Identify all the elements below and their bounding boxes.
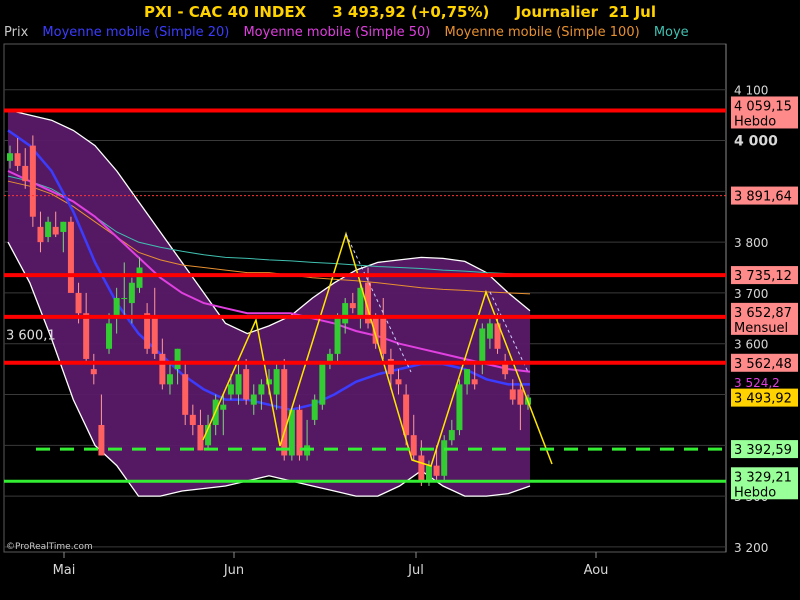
candle-body <box>395 379 402 385</box>
candle-body <box>425 465 432 481</box>
candle-body <box>418 455 425 481</box>
y-tick-label: 4 100 <box>734 84 768 98</box>
candle-body <box>52 226 59 235</box>
candle-body <box>502 364 509 375</box>
candle-body <box>98 425 105 456</box>
support-label: 3 329,21 <box>734 470 792 485</box>
candle-body <box>509 389 516 400</box>
price-chart[interactable]: 4 1004 0003 9003 8003 7003 6003 5003 400… <box>0 0 800 600</box>
candle-body <box>235 374 242 395</box>
candle-body <box>227 384 234 395</box>
candle-body <box>342 303 349 324</box>
candle-body <box>220 404 227 410</box>
resistance-label: 3 652,87 <box>734 306 792 321</box>
candle-body <box>258 384 265 395</box>
x-tick-label: Jul <box>407 563 424 578</box>
resistance-label-sub: Mensuel <box>734 321 788 336</box>
resistance-label: 3 562,48 <box>734 357 792 372</box>
resistance-label-sub: Hebdo <box>734 114 776 129</box>
candle-body <box>334 318 341 354</box>
candle-body <box>410 435 417 456</box>
y-tick-label: 3 200 <box>734 541 768 555</box>
candle-body <box>189 414 196 425</box>
candle-body <box>433 465 440 476</box>
candle-body <box>151 318 158 354</box>
x-tick-label: Mai <box>53 563 76 578</box>
candle-body <box>448 430 455 441</box>
candle-body <box>403 394 410 436</box>
y-tick-label: 4 000 <box>734 134 778 150</box>
support-label-sub: Hebdo <box>734 485 776 500</box>
candle-body <box>243 369 250 400</box>
candle-body <box>281 369 288 456</box>
last-price-label: 3 493,92 <box>734 392 792 407</box>
candle-body <box>22 165 29 182</box>
candle-body <box>159 353 166 385</box>
candle-body <box>67 221 74 293</box>
copyright-text: ©ProRealTime.com <box>6 542 93 552</box>
candle-body <box>311 399 318 420</box>
ma50-value-label: 3 524,2 <box>734 376 780 390</box>
candle-body <box>166 374 173 385</box>
candle-body <box>250 394 257 405</box>
candle-body <box>517 389 524 405</box>
y-tick-label: 3 600 <box>734 338 768 352</box>
candle-body <box>29 145 36 217</box>
left-level-label: 3 600,1 <box>6 329 56 344</box>
candle-body <box>273 369 280 395</box>
candle-body <box>83 313 90 359</box>
candle-body <box>372 318 379 344</box>
dotted-level-label: 3 891,64 <box>734 190 792 205</box>
candle-body <box>106 323 113 349</box>
support-label: 3 392,59 <box>734 443 792 458</box>
candle-body <box>464 369 471 385</box>
candle-body <box>380 318 387 354</box>
candle-body <box>319 364 326 405</box>
candle-body <box>349 303 356 309</box>
candle-body <box>45 221 52 238</box>
candle-body <box>75 292 82 314</box>
candle-body <box>121 298 128 299</box>
x-tick-label: Jun <box>223 563 244 578</box>
candle-body <box>471 379 478 385</box>
resistance-label: 3 735,12 <box>734 269 792 284</box>
candle-body <box>479 328 486 365</box>
x-tick-label: Aou <box>584 563 609 578</box>
y-tick-label: 3 800 <box>734 236 768 250</box>
candle-body <box>14 153 21 166</box>
candle-body <box>486 323 493 339</box>
y-tick-label: 3 700 <box>734 287 768 301</box>
candle-body <box>128 282 135 304</box>
candle-body <box>136 267 143 288</box>
candle-body <box>182 374 189 415</box>
candle-body <box>456 384 463 431</box>
candle-body <box>37 226 44 243</box>
candle-body <box>441 440 448 476</box>
candle-body <box>60 221 67 232</box>
candle-body <box>174 348 181 370</box>
candle-body <box>90 369 97 375</box>
candle-body <box>197 425 204 451</box>
resistance-label: 4 059,15 <box>734 99 792 114</box>
candle-body <box>7 153 13 161</box>
